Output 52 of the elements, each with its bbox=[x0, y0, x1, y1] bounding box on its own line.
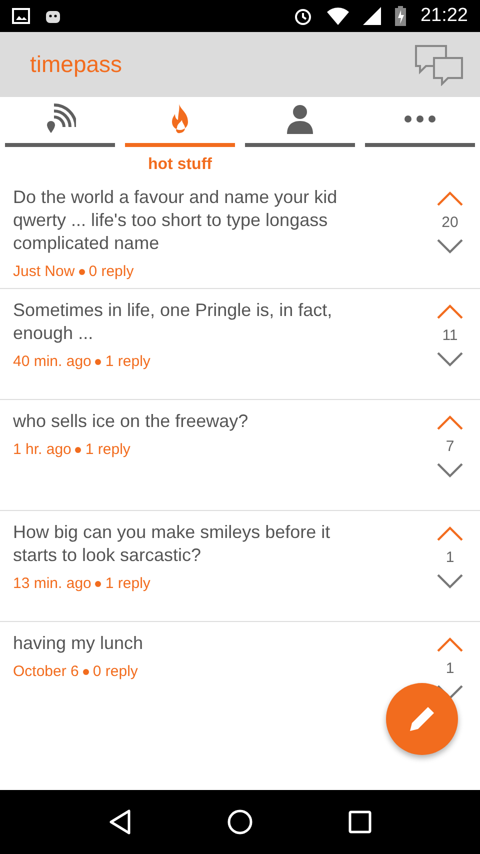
post-time: 1 hr. ago bbox=[13, 441, 72, 458]
post-text: who sells ice on the freeway? bbox=[13, 410, 250, 433]
separator-dot bbox=[78, 268, 85, 274]
downvote-icon[interactable] bbox=[436, 352, 464, 368]
post-time: October 6 bbox=[13, 663, 79, 680]
post-text: Do the world a favour and name your kid qwerty ... life's too short to type longass complicated name bbox=[13, 186, 338, 255]
recents-icon[interactable] bbox=[348, 810, 372, 834]
back-icon[interactable] bbox=[108, 809, 132, 835]
more-icon bbox=[404, 115, 436, 123]
separator-dot bbox=[82, 668, 89, 674]
downvote-icon[interactable] bbox=[436, 463, 464, 479]
picture-notification-icon bbox=[12, 8, 30, 24]
post-text: How big can you make smileys before it starts to look sarcastic? bbox=[13, 521, 332, 567]
person-icon bbox=[284, 103, 316, 135]
clock-time: 21:22 bbox=[420, 5, 468, 27]
alarm-icon bbox=[293, 6, 314, 26]
post-time: 40 min. ago bbox=[13, 353, 92, 370]
post-text: having my lunch bbox=[13, 632, 144, 655]
rss-pin-icon bbox=[44, 103, 76, 135]
upvote-icon[interactable] bbox=[436, 303, 464, 319]
signal-icon bbox=[363, 7, 382, 25]
upvote-icon[interactable] bbox=[436, 414, 464, 430]
vote-count: 7 bbox=[446, 438, 454, 455]
chat-bubbles-icon[interactable] bbox=[414, 44, 464, 86]
reply-count[interactable]: 1 reply bbox=[85, 441, 130, 458]
downvote-icon[interactable] bbox=[436, 239, 464, 255]
separator-dot bbox=[95, 580, 102, 586]
vote-count: 1 bbox=[446, 660, 454, 677]
upvote-icon[interactable] bbox=[436, 636, 464, 652]
reply-count[interactable]: 1 reply bbox=[105, 575, 150, 592]
post-time: 13 min. ago bbox=[13, 575, 92, 592]
battery-icon bbox=[395, 6, 406, 26]
reply-count[interactable]: 0 reply bbox=[88, 263, 134, 280]
post-time: Just Now bbox=[13, 263, 75, 280]
upvote-icon[interactable] bbox=[436, 525, 464, 541]
separator-dot bbox=[95, 358, 102, 364]
reply-count[interactable]: 1 reply bbox=[105, 353, 150, 370]
reply-count[interactable]: 0 reply bbox=[92, 663, 138, 680]
tab[interactable]: hot stuff bbox=[125, 103, 235, 176]
pencil-icon bbox=[407, 704, 437, 734]
post-text: Sometimes in life, one Pringle is, in fact, enough ... bbox=[13, 299, 334, 345]
downvote-icon[interactable] bbox=[436, 574, 464, 590]
home-icon[interactable] bbox=[226, 809, 253, 835]
upvote-icon[interactable] bbox=[436, 190, 464, 206]
tab-label: hot stuff bbox=[148, 156, 212, 175]
vote-count: 11 bbox=[442, 327, 458, 344]
vote-count: 1 bbox=[446, 549, 454, 566]
wifi-icon bbox=[327, 7, 350, 25]
app-title: timepass bbox=[30, 51, 122, 78]
vote-count: 20 bbox=[442, 214, 458, 231]
compose-button[interactable] bbox=[386, 683, 458, 755]
separator-dot bbox=[75, 446, 82, 452]
